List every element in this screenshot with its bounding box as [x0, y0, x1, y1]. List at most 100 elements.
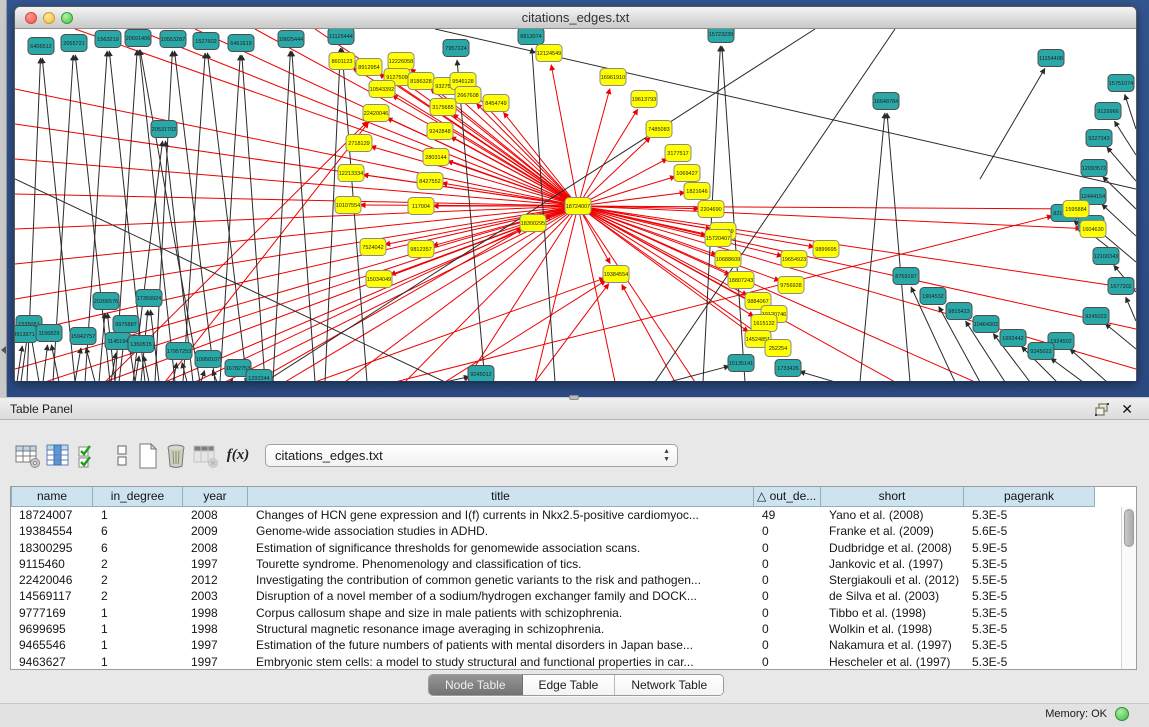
- graph-node-yellow[interactable]: 18300295: [520, 215, 546, 232]
- new-table-icon[interactable]: [134, 442, 162, 470]
- tab-network-table[interactable]: Network Table: [615, 675, 723, 696]
- graph-node-teal[interactable]: 1692442: [1000, 330, 1026, 347]
- graph-node-teal[interactable]: 15942757: [70, 328, 96, 345]
- graph-node-teal[interactable]: 9227343: [1086, 130, 1112, 147]
- graph-node-teal[interactable]: 10553287: [160, 31, 186, 48]
- graph-node-teal[interactable]: 11154408: [1038, 50, 1064, 67]
- graph-node-hub[interactable]: 18724007: [565, 198, 591, 215]
- graph-node-teal[interactable]: 6461619: [228, 35, 254, 52]
- graph-node-teal[interactable]: 20531702: [151, 121, 177, 138]
- citation-edge-red[interactable]: [578, 89, 610, 206]
- table-row[interactable]: 946554611997Estimation of the future num…: [11, 637, 1121, 653]
- citation-edge-black[interactable]: [242, 55, 265, 381]
- graph-node-teal[interactable]: 11125444: [328, 29, 354, 45]
- graph-node-teal[interactable]: 8813074: [518, 29, 544, 45]
- citation-edge-black[interactable]: [1126, 297, 1136, 321]
- graph-node-yellow[interactable]: 3177517: [665, 145, 691, 162]
- graph-node-yellow[interactable]: 10543392: [369, 81, 395, 98]
- citation-edge-black[interactable]: [75, 348, 81, 381]
- graph-node-teal[interactable]: 6405512: [28, 38, 54, 55]
- graph-node-yellow[interactable]: 2667608: [455, 87, 481, 104]
- graph-node-yellow[interactable]: 7524042: [360, 239, 386, 256]
- citation-edge-red[interactable]: [535, 284, 609, 381]
- citation-edge-black[interactable]: [273, 51, 290, 381]
- graph-node-teal[interactable]: 3913371: [15, 326, 37, 343]
- graph-node-teal[interactable]: 16648784: [873, 93, 899, 110]
- graph-node-teal[interactable]: 1563219: [95, 31, 121, 48]
- citation-edge-black[interactable]: [183, 53, 205, 381]
- citation-edge-red[interactable]: [622, 285, 675, 381]
- citation-edge-black[interactable]: [1102, 204, 1136, 236]
- table-vertical-scrollbar[interactable]: [1121, 507, 1136, 669]
- column-header-year[interactable]: year: [183, 487, 248, 507]
- graph-node-yellow[interactable]: 1604630: [1080, 221, 1106, 238]
- graph-node-yellow[interactable]: 12124549: [536, 45, 562, 62]
- graph-node-yellow[interactable]: 10107554: [335, 197, 361, 214]
- graph-node-yellow[interactable]: 19613793: [631, 91, 657, 108]
- delete-table-trash-icon[interactable]: [162, 442, 190, 470]
- graph-node-yellow[interactable]: 15720407: [705, 230, 731, 247]
- graph-node-yellow[interactable]: 7485083: [646, 121, 672, 138]
- citation-edge-black[interactable]: [201, 370, 205, 381]
- network-canvas[interactable]: 6405512 2055721 156321920691406 10553287 152…: [15, 29, 1136, 381]
- column-header-in_degree[interactable]: in_degree: [93, 487, 183, 507]
- column-header-pagerank[interactable]: pagerank: [964, 487, 1095, 507]
- citation-edge-red[interactable]: [15, 206, 578, 369]
- table-selector-dropdown[interactable]: citations_edges.txt ▲▼: [265, 444, 678, 467]
- graph-node-teal[interactable]: 1145194: [105, 333, 131, 350]
- graph-node-teal[interactable]: 12100343: [1093, 248, 1119, 265]
- graph-node-yellow[interactable]: 2204690: [698, 201, 724, 218]
- citation-edge-black[interactable]: [1107, 147, 1136, 181]
- network-graph[interactable]: 6405512 2055721 156321920691406 10553287 152…: [15, 29, 1136, 381]
- graph-node-yellow[interactable]: 9899695: [813, 241, 839, 258]
- graph-node-yellow[interactable]: 12226058: [388, 53, 414, 70]
- graph-node-yellow[interactable]: 1615132: [751, 315, 777, 332]
- citation-edge-black[interactable]: [1103, 176, 1136, 209]
- graph-node-yellow[interactable]: 19654923: [781, 251, 807, 268]
- graph-node-yellow[interactable]: 8601123: [329, 53, 355, 70]
- graph-node-teal[interactable]: 20691406: [125, 30, 151, 47]
- graph-node-yellow[interactable]: 2803144: [423, 149, 449, 166]
- citation-edge-red[interactable]: [15, 194, 578, 206]
- table-panel-header[interactable]: Table Panel ✕: [0, 397, 1149, 420]
- citation-edge-red[interactable]: [445, 280, 606, 381]
- citation-edge-black[interactable]: [86, 348, 95, 381]
- graph-node-teal[interactable]: 12093572: [1081, 160, 1107, 177]
- graph-node-yellow[interactable]: 117004: [408, 198, 434, 215]
- citation-edge-black[interactable]: [99, 313, 105, 381]
- column-header-short[interactable]: short: [821, 487, 964, 507]
- graph-node-yellow[interactable]: 1069427: [674, 165, 700, 182]
- table-header-row[interactable]: namein_degreeyeartitle△ out_de...shortpa…: [11, 487, 1095, 507]
- citation-edge-black[interactable]: [800, 371, 835, 381]
- graph-node-teal[interactable]: 1350515: [128, 336, 154, 353]
- graph-node-teal[interactable]: 9129966: [1095, 103, 1121, 120]
- graph-node-teal[interactable]: 1527602: [193, 33, 219, 50]
- graph-node-teal[interactable]: 17957253: [166, 343, 192, 360]
- citation-edge-black[interactable]: [220, 55, 240, 381]
- graph-node-yellow[interactable]: 2718129: [346, 135, 372, 152]
- panel-resize-handle[interactable]: [569, 395, 579, 400]
- graph-node-yellow[interactable]: 22420046: [363, 105, 389, 122]
- graph-node-yellow[interactable]: 3175685: [430, 99, 456, 116]
- graph-node-teal[interactable]: 17359924: [136, 290, 162, 307]
- network-window[interactable]: citations_edges.txt 64055122055721156321…: [14, 6, 1137, 381]
- graph-node-yellow[interactable]: 19384554: [603, 266, 629, 283]
- graph-node-teal[interactable]: 2055721: [61, 35, 87, 52]
- graph-node-teal[interactable]: 9245012: [468, 366, 494, 382]
- table-row[interactable]: 977716911998Corpus callosum shape and si…: [11, 605, 1121, 621]
- graph-node-yellow[interactable]: 8912954: [356, 59, 382, 76]
- graph-node-teal[interactable]: 9245023: [1083, 308, 1109, 325]
- graph-node-teal[interactable]: 15135141: [728, 355, 754, 372]
- citation-edge-black[interactable]: [887, 113, 910, 381]
- scrollbar-thumb[interactable]: [1124, 509, 1134, 547]
- graph-node-yellow[interactable]: 9812357: [408, 241, 434, 258]
- node-table[interactable]: namein_degreeyeartitle△ out_de...shortpa…: [10, 486, 1137, 670]
- citation-edge-black[interactable]: [1105, 324, 1136, 349]
- function-builder-icon[interactable]: f(x): [222, 442, 254, 470]
- graph-node-teal[interactable]: 1292344: [246, 370, 272, 382]
- graph-node-teal[interactable]: 1677302: [1108, 278, 1134, 295]
- graph-node-yellow[interactable]: 10688609: [715, 251, 741, 268]
- citation-edge-black[interactable]: [1125, 94, 1136, 129]
- table-row[interactable]: 911546021997Tourette syndrome. Phenomeno…: [11, 556, 1121, 572]
- graph-node-yellow[interactable]: 9242848: [427, 123, 453, 140]
